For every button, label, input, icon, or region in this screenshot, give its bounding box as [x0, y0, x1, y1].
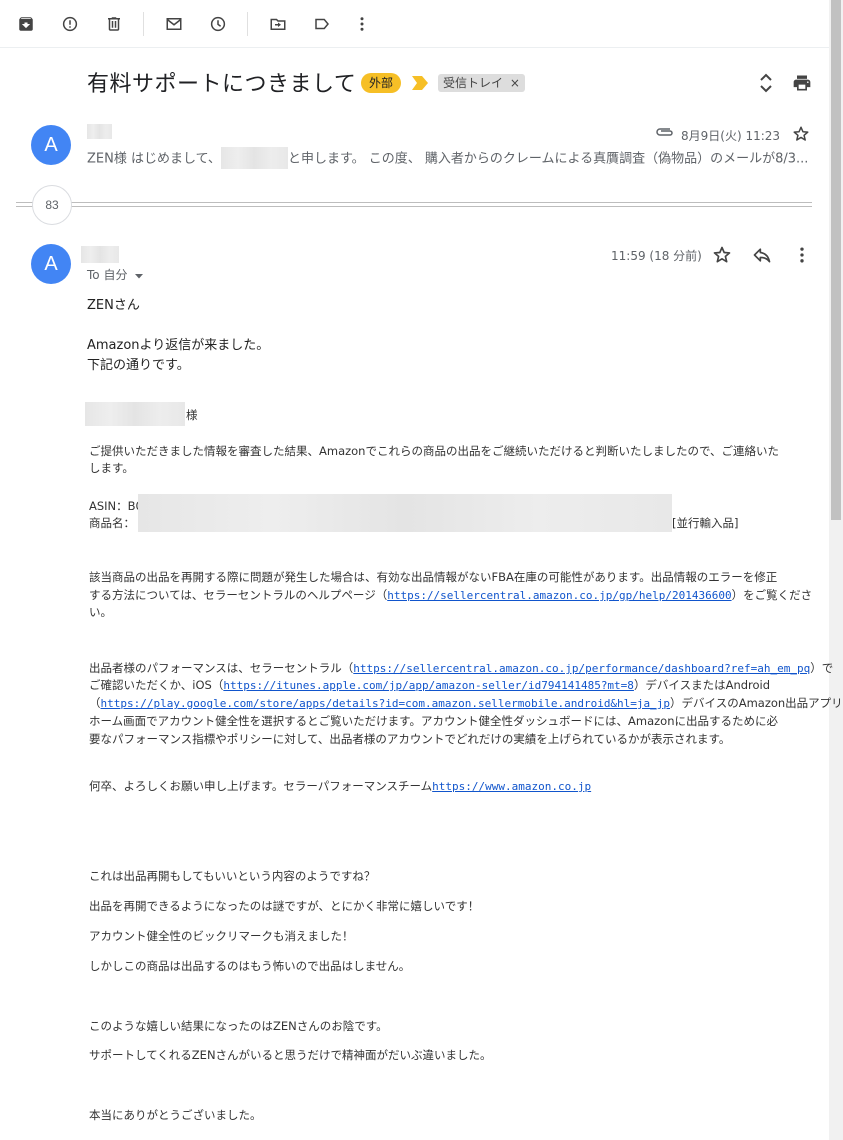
recipient-label: To 自分 — [87, 268, 128, 282]
reply-line-6: サポートしてくれるZENさんがいると思うだけで精神面がだいぶ違いました。 — [89, 1048, 492, 1062]
email-subject: 有料サポートにつきまして — [87, 72, 357, 97]
quote-para-3-text: 出品者様のパフォーマンスは、セラーセントラル（ — [89, 661, 354, 675]
scrollbar-thumb[interactable] — [831, 0, 841, 520]
more-vert-icon[interactable] — [350, 12, 374, 36]
label-icon[interactable] — [310, 12, 334, 36]
quote-para-2-text: する方法については、セラーセントラルのヘルプページ（ — [89, 588, 388, 602]
redacted-product-info — [138, 494, 672, 532]
delete-icon[interactable] — [102, 12, 126, 36]
asin-label: ASIN：B0 — [89, 499, 143, 513]
report-spam-icon[interactable] — [58, 12, 82, 36]
print-icon[interactable] — [792, 73, 812, 93]
mark-unread-icon[interactable] — [162, 12, 186, 36]
performance-dashboard-link[interactable]: https://sellercentral.amazon.co.jp/perfo… — [353, 662, 810, 675]
sender-avatar-2[interactable]: A — [31, 244, 71, 284]
quote-para-3-line-3: （https://play.google.com/store/apps/deta… — [89, 695, 843, 712]
quote-closing: 何卒、よろしくお願い申し上げます。セラーパフォーマンスチームhttps://ww… — [89, 778, 591, 795]
quote-para-3-line-2: ご確認いただくか、iOS（https://itunes.apple.com/jp… — [89, 677, 770, 694]
reply-icon[interactable] — [752, 245, 772, 265]
quote-para-3-line-4: ホーム画面でアカウント健全性を選択するとご覧いただけます。アカウント健全性ダッシ… — [89, 714, 778, 728]
move-to-icon[interactable] — [266, 12, 290, 36]
snippet-start: ZEN様 はじめまして、 — [87, 151, 221, 167]
star-icon-2[interactable] — [712, 245, 732, 265]
reply-line-1: これは出品再開もしてもいいという内容のようですね？ — [89, 869, 376, 883]
quote-para-2-line-3: い。 — [89, 605, 112, 619]
help-page-link[interactable]: https://sellercentral.amazon.co.jp/gp/he… — [387, 589, 731, 602]
dropdown-arrow-icon[interactable] — [134, 271, 144, 281]
quote-para-2-line-2: する方法については、セラーセントラルのヘルプページ（https://seller… — [89, 587, 812, 604]
reply-line-2: 出品を再開できるようになったのは謎ですが、とにかく非常に嬉しいです！ — [89, 899, 480, 913]
sender-avatar[interactable]: A — [31, 125, 71, 165]
quote-para-2-text-end: ）をご覧くださ — [731, 588, 813, 602]
importance-marker-icon[interactable] — [412, 76, 428, 90]
quote-para-3-app-text: ）デバイスのAmazon出品アプリの — [670, 696, 843, 710]
honorific: 様 — [186, 408, 198, 422]
body-greeting: ZENさん — [87, 298, 140, 313]
redacted-recipient-name — [85, 402, 185, 426]
quote-para-3-android-text: ）デバイスまたはAndroid — [633, 678, 771, 692]
quote-para-3-line-5: 要なパフォーマンス指標やポリシーに対して、出品者様のアカウントでどれだけの実績を… — [89, 732, 731, 746]
quote-para-2-line-1: 該当商品の出品を再開する際に問題が発生した場合は、有効な出品情報がないFBA在庫… — [89, 570, 778, 584]
toolbar-divider — [0, 47, 829, 48]
quote-para-3-text-end: ）で — [810, 661, 834, 675]
message-snippet[interactable]: ZEN様 はじめまして、 と申します。 この度、 購入者からのクレームによる真贋調… — [87, 147, 809, 171]
label-inbox: 受信トレイ × — [438, 74, 525, 92]
snooze-clock-icon[interactable] — [206, 12, 230, 36]
quote-closing-text: 何卒、よろしくお願い申し上げます。セラーパフォーマンスチーム — [89, 779, 433, 793]
quote-para-1-line-2: します。 — [89, 461, 134, 475]
label-inbox-text: 受信トレイ — [443, 76, 504, 90]
attachment-clip-icon — [655, 126, 675, 138]
amazon-link[interactable]: https://www.amazon.co.jp — [432, 780, 591, 793]
redacted-sender-name — [87, 124, 112, 139]
quote-para-3-paren: （ — [89, 696, 101, 710]
ios-app-link[interactable]: https://itunes.apple.com/jp/app/amazon-s… — [223, 679, 634, 692]
recipient-line[interactable]: To 自分 — [87, 266, 144, 283]
message-time: 11:59 (18 分前) — [611, 249, 702, 263]
reply-line-4: しかしこの商品は出品するのはもう怖いので出品はしません。 — [89, 959, 411, 973]
quote-para-3-line-1: 出品者様のパフォーマンスは、セラーセントラル（https://sellercen… — [89, 660, 833, 677]
star-icon[interactable] — [792, 125, 810, 143]
quote-para-3-ios-text: ご確認いただくか、iOS（ — [89, 678, 224, 692]
body-line-1: Amazonより返信が来ました。 — [87, 338, 270, 353]
snippet-rest: と申します。 この度、 購入者からのクレームによる真贋調査（偽物品）のメールが8… — [287, 151, 809, 167]
label-external: 外部 — [361, 73, 402, 93]
parallel-import-tag: [並行輸入品] — [672, 516, 739, 530]
message-date: 8月9日(火) 11:23 — [681, 129, 781, 143]
expand-all-icon[interactable] — [757, 73, 775, 93]
redacted-name — [220, 147, 288, 169]
collapsed-count-button[interactable]: 83 — [32, 185, 72, 225]
reply-line-5: このような嬉しい結果になったのはZENさんのお陰です。 — [89, 1019, 388, 1033]
collapsed-divider-top — [16, 202, 812, 203]
more-options-icon[interactable] — [792, 245, 812, 265]
reply-line-7: 本当にありがとうございました。 — [89, 1108, 262, 1122]
redacted-sender-name-2 — [81, 246, 119, 263]
reply-line-3: アカウント健全性のビックリマークも消えました！ — [89, 929, 354, 943]
collapsed-divider-bottom — [16, 206, 812, 207]
product-name-label: 商品名： — [89, 516, 135, 530]
label-remove-icon[interactable]: × — [510, 76, 520, 90]
android-app-link[interactable]: https://play.google.com/store/apps/detai… — [101, 697, 671, 710]
quote-para-1-line-1: ご提供いただきました情報を審査した結果、Amazonでこれらの商品の出品をご継続… — [89, 444, 780, 458]
archive-icon[interactable] — [14, 12, 38, 36]
body-line-2: 下記の通りです。 — [87, 358, 190, 373]
